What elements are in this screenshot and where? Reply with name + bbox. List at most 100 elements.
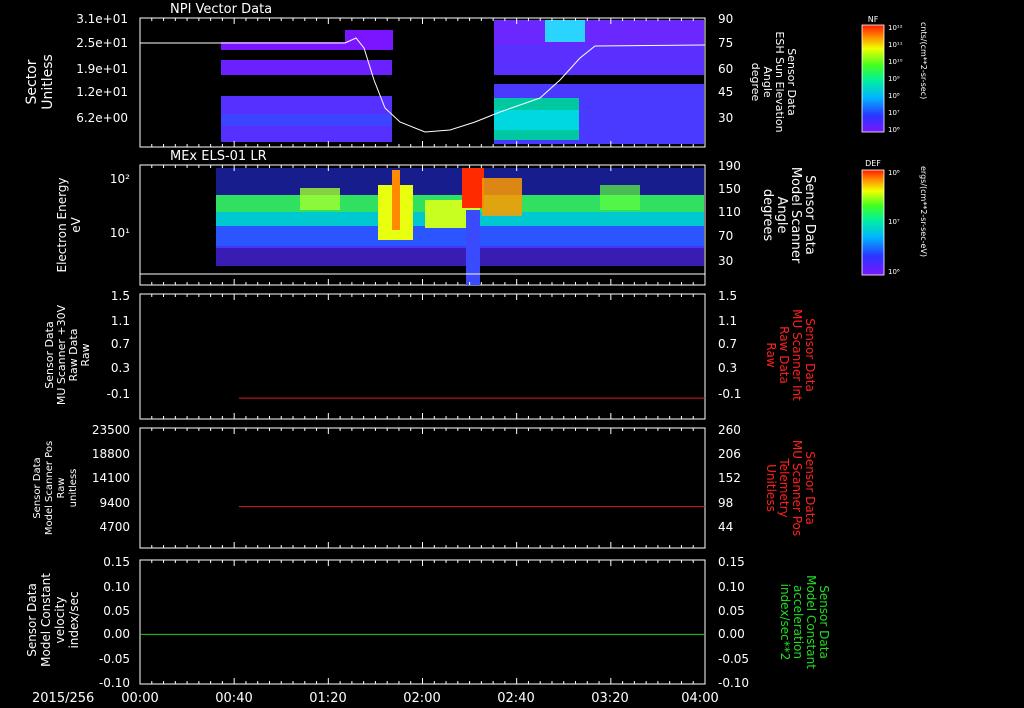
panel-npi-title: NPI Vector Data (170, 2, 272, 17)
npi-colorbar-name: NF (868, 15, 879, 24)
p4-ylabel-3: Raw (56, 477, 67, 498)
panel-3-right-ylabel: Sensor Data MU Scanner Int Raw Data Raw (764, 309, 817, 401)
els-colorbar-scale (861, 169, 885, 276)
npi-block-a-mid (221, 60, 392, 75)
p3-ytick: -0.1 (107, 387, 130, 401)
panel-4-right-yticks: 260 206 152 98 44 (718, 423, 741, 534)
p4-right-ytick: 98 (718, 496, 733, 510)
mex-summary-plot: NPI Vector Data Sector Unitless 3.1e+01 … (24, 2, 928, 706)
npi-right-ytick: 90 (718, 12, 733, 26)
time-tick: 02:40 (497, 691, 534, 706)
p5-right-ylabel-1: Sensor Data (817, 585, 831, 659)
npi-ytick: 1.9e+01 (76, 62, 128, 76)
time-tick: 00:40 (215, 691, 252, 706)
npi-block-b-top (494, 20, 704, 45)
els-cbar-tick: 10⁶ (888, 268, 900, 276)
p5-ytick: -0.05 (99, 652, 130, 666)
p3-right-ylabel-2: MU Scanner Int (790, 309, 804, 401)
p5-ytick: 0.00 (103, 627, 130, 641)
npi-right-ytick: 60 (718, 62, 733, 76)
time-tick: 01:20 (309, 691, 346, 706)
time-tick: 04:00 (681, 691, 718, 706)
p5-right-ylabel-4: index/sec**2 (778, 584, 792, 661)
npi-cbar-tick: 10¹¹ (888, 41, 903, 49)
panel-5-right-ylabel: Sensor Data Model Constant acceleration … (778, 575, 831, 669)
p5-right-ylabel-2: Model Constant (804, 575, 818, 669)
p3-right-ytick: -0.1 (718, 387, 741, 401)
els-ylabel-2: eV (69, 216, 83, 232)
els-cbar-tick: 10⁷ (888, 218, 900, 226)
time-axis: 2015/256 00:00 00:40 01:20 02:00 02:40 0… (32, 691, 719, 706)
p4-right-ylabel-1: Sensor Data (803, 451, 817, 525)
npi-cbar-tick: 10⁶ (888, 126, 900, 134)
p5-right-ytick: 0.00 (718, 627, 745, 641)
els-patch-yellow-2 (600, 185, 640, 210)
els-right-ytick: 30 (718, 254, 733, 268)
panel-constant-model: Sensor Data Model Constant velocity inde… (25, 555, 831, 690)
p5-right-ytick: 0.05 (718, 604, 745, 618)
npi-block-a-low-band (221, 114, 392, 126)
npi-right-ytick: 75 (718, 36, 733, 50)
p3-ylabel-4: Raw (79, 343, 92, 366)
panel-4-yticks: 23500 18800 14100 9400 4700 (92, 423, 130, 534)
npi-colorbar: NF 10¹² 10¹¹ 10¹⁰ 10⁹ 10⁸ 10⁷ 10⁶ cnts/(… (861, 15, 928, 134)
p3-ytick: 1.1 (111, 314, 130, 328)
npi-block-b-cyan (545, 20, 585, 42)
els-ytick: 10¹ (110, 226, 130, 240)
npi-block-b-band-1 (494, 45, 704, 75)
panel-els-right-ylabel: Sensor Data Model Scanner Angle degrees (760, 167, 817, 264)
npi-ytick: 3.1e+01 (76, 12, 128, 26)
p5-ytick: 0.15 (103, 555, 130, 569)
panel-npi-right-yticks: 90 75 60 45 30 (718, 12, 733, 125)
p4-right-ylabel-2: MU Scanner Pos (790, 440, 804, 536)
els-ytick: 10² (110, 172, 130, 186)
p5-ytick: 0.10 (103, 580, 130, 594)
panel-npi-ylabel: Sector Unitless (24, 54, 56, 110)
els-band-blue (216, 226, 704, 248)
p4-right-ylabel-4: Unitless (764, 464, 778, 512)
els-colorbar-name: DEF (865, 159, 881, 168)
p4-right-ytick: 206 (718, 447, 741, 461)
p4-ylabel-1: Sensor Data (32, 457, 43, 518)
npi-ytick: 6.2e+00 (76, 111, 128, 125)
panel-4-frame (139, 427, 706, 549)
els-colorbar-label: ergs/(cm**2-sr-sec-eV) (919, 166, 928, 257)
panel-npi: NPI Vector Data Sector Unitless 3.1e+01 … (24, 2, 928, 148)
panel-els-yticks: 10² 10¹ (110, 172, 130, 240)
panel-4-ylabel: Sensor Data Model Scanner Pos Raw unitle… (32, 441, 79, 535)
p4-right-ytick: 152 (718, 471, 741, 485)
panel-scanner-position: Sensor Data Model Scanner Pos Raw unitle… (32, 423, 817, 549)
p3-right-ytick: 1.5 (718, 289, 737, 303)
npi-cbar-tick: 10¹⁰ (888, 58, 903, 66)
p5-ylabel-4: index/sec (67, 591, 81, 648)
time-tick: 02:00 (403, 691, 440, 706)
panel-els: MEx ELS-01 LR Electron Energy eV 10² 10¹ (55, 149, 928, 286)
panel-els-title: MEx ELS-01 LR (170, 149, 267, 164)
p4-right-ytick: 44 (718, 520, 733, 534)
panel-els-right-yticks: 190 150 110 70 30 (718, 159, 741, 268)
npi-cbar-tick: 10⁷ (888, 109, 900, 117)
panel-4-right-ylabel: Sensor Data MU Scanner Pos Telemetry Uni… (764, 440, 817, 536)
npi-cbar-tick: 10¹² (888, 24, 903, 32)
p4-right-ylabel-3: Telemetry (777, 457, 791, 517)
p4-ytick: 14100 (92, 471, 130, 485)
p5-ylabel-2: Model Constant (39, 573, 53, 667)
els-right-ylabel-1: Sensor Data (802, 175, 817, 255)
els-right-ytick: 190 (718, 159, 741, 173)
p3-ytick: 0.7 (111, 337, 130, 351)
p4-ytick: 23500 (92, 423, 130, 437)
els-right-ytick: 150 (718, 182, 741, 196)
npi-right-ylabel-4: degree (749, 63, 762, 102)
p5-right-ylabel-3: acceleration (791, 585, 805, 659)
p5-right-ytick: -0.05 (718, 652, 749, 666)
time-tick: 00:00 (121, 691, 158, 706)
els-ylabel-1: Electron Energy (55, 177, 69, 272)
p3-right-ytick: 0.3 (718, 361, 737, 375)
p4-right-ytick: 260 (718, 423, 741, 437)
els-patch-yellow (300, 188, 340, 210)
panel-npi-ylabel-2: Unitless (40, 54, 56, 110)
p5-ytick: -0.10 (99, 676, 130, 690)
panel-npi-ylabel-1: Sector (24, 59, 40, 104)
npi-cbar-tick: 10⁹ (888, 75, 900, 83)
npi-colorbar-label: cnts/(cm**2-sr-sec) (919, 22, 928, 99)
